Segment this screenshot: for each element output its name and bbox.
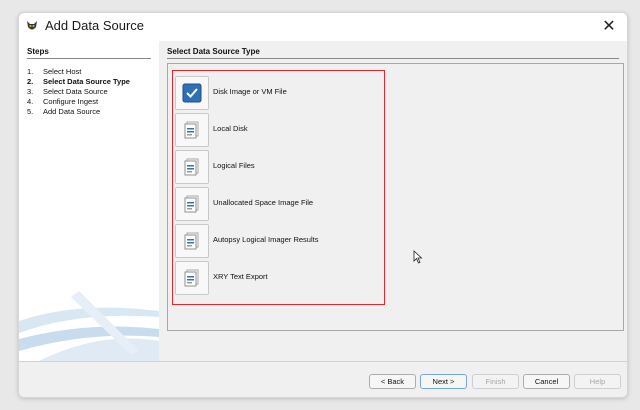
option-logical-imager[interactable]: Autopsy Logical Imager Results bbox=[175, 224, 380, 258]
option-icon-button[interactable] bbox=[175, 113, 209, 147]
data-source-type-box: Disk Image or VM File Local Disk Logical… bbox=[167, 63, 624, 331]
cancel-button[interactable]: Cancel bbox=[523, 374, 570, 389]
option-label: Unallocated Space Image File bbox=[213, 198, 314, 207]
step-item: 5. Add Data Source bbox=[27, 107, 130, 117]
document-stack-icon bbox=[184, 232, 199, 250]
option-disk-image[interactable]: Disk Image or VM File bbox=[175, 76, 380, 110]
step-label: Select Host bbox=[43, 67, 82, 76]
step-label: Select Data Source bbox=[43, 87, 108, 96]
option-logical-files[interactable]: Logical Files bbox=[175, 150, 380, 184]
finish-button[interactable]: Finish bbox=[472, 374, 519, 389]
option-unallocated-space[interactable]: Unallocated Space Image File bbox=[175, 187, 380, 221]
option-icon-button[interactable] bbox=[175, 76, 209, 110]
step-item-active: 2. Select Data Source Type bbox=[27, 77, 130, 87]
option-icon-button[interactable] bbox=[175, 187, 209, 221]
option-label: Autopsy Logical Imager Results bbox=[213, 235, 319, 244]
next-button[interactable]: Next > bbox=[420, 374, 467, 389]
mouse-pointer-icon bbox=[413, 250, 423, 264]
section-heading: Select Data Source Type bbox=[167, 47, 260, 56]
window-title: Add Data Source bbox=[45, 18, 145, 33]
document-stack-icon bbox=[184, 121, 199, 139]
close-icon: ✕ bbox=[602, 18, 616, 35]
document-stack-icon bbox=[184, 195, 199, 213]
steps-panel: Steps 1. Select Host 2. Select Data Source… bbox=[19, 41, 159, 361]
step-label: Select Data Source Type bbox=[43, 77, 130, 86]
steps-list: 1. Select Host 2. Select Data Source Type … bbox=[27, 67, 130, 117]
step-label: Configure Ingest bbox=[43, 97, 99, 106]
close-button[interactable]: ✕ bbox=[597, 15, 621, 39]
step-item: 1. Select Host bbox=[27, 67, 130, 77]
option-label: XRY Text Export bbox=[213, 272, 268, 281]
option-icon-button[interactable] bbox=[175, 224, 209, 258]
option-icon-button[interactable] bbox=[175, 150, 209, 184]
step-number: 5. bbox=[27, 107, 34, 116]
document-stack-icon bbox=[184, 158, 199, 176]
option-label: Logical Files bbox=[213, 161, 255, 170]
step-item: 4. Configure Ingest bbox=[27, 97, 130, 107]
steps-heading: Steps bbox=[27, 47, 49, 56]
step-label: Add Data Source bbox=[43, 107, 101, 116]
title-bar: Add Data Source ✕ bbox=[19, 13, 627, 41]
help-button[interactable]: Help bbox=[574, 374, 621, 389]
step-number: 3. bbox=[27, 87, 34, 96]
steps-divider bbox=[27, 58, 151, 59]
step-number: 2. bbox=[27, 77, 34, 86]
option-xry-text-export[interactable]: XRY Text Export bbox=[175, 261, 380, 295]
back-button[interactable]: < Back bbox=[369, 374, 416, 389]
decorative-swoosh-graphic bbox=[19, 291, 159, 361]
section-divider bbox=[167, 58, 619, 59]
option-label: Disk Image or VM File bbox=[213, 87, 287, 96]
option-icon-button[interactable] bbox=[175, 261, 209, 295]
step-number: 4. bbox=[27, 97, 34, 106]
option-label: Local Disk bbox=[213, 124, 248, 133]
autopsy-app-icon bbox=[27, 21, 37, 30]
add-data-source-dialog: Add Data Source ✕ Steps 1. Select Host 2.… bbox=[18, 12, 628, 398]
checkbox-checked-icon bbox=[182, 83, 202, 103]
main-panel: Select Data Source Type Disk Image or VM… bbox=[159, 41, 627, 361]
document-stack-icon bbox=[184, 269, 199, 287]
step-item: 3. Select Data Source bbox=[27, 87, 130, 97]
option-local-disk[interactable]: Local Disk bbox=[175, 113, 380, 147]
options-highlight-frame: Disk Image or VM File Local Disk Logical… bbox=[172, 70, 385, 305]
step-number: 1. bbox=[27, 67, 34, 76]
button-bar: < Back Next > Finish Cancel Help bbox=[19, 361, 627, 397]
